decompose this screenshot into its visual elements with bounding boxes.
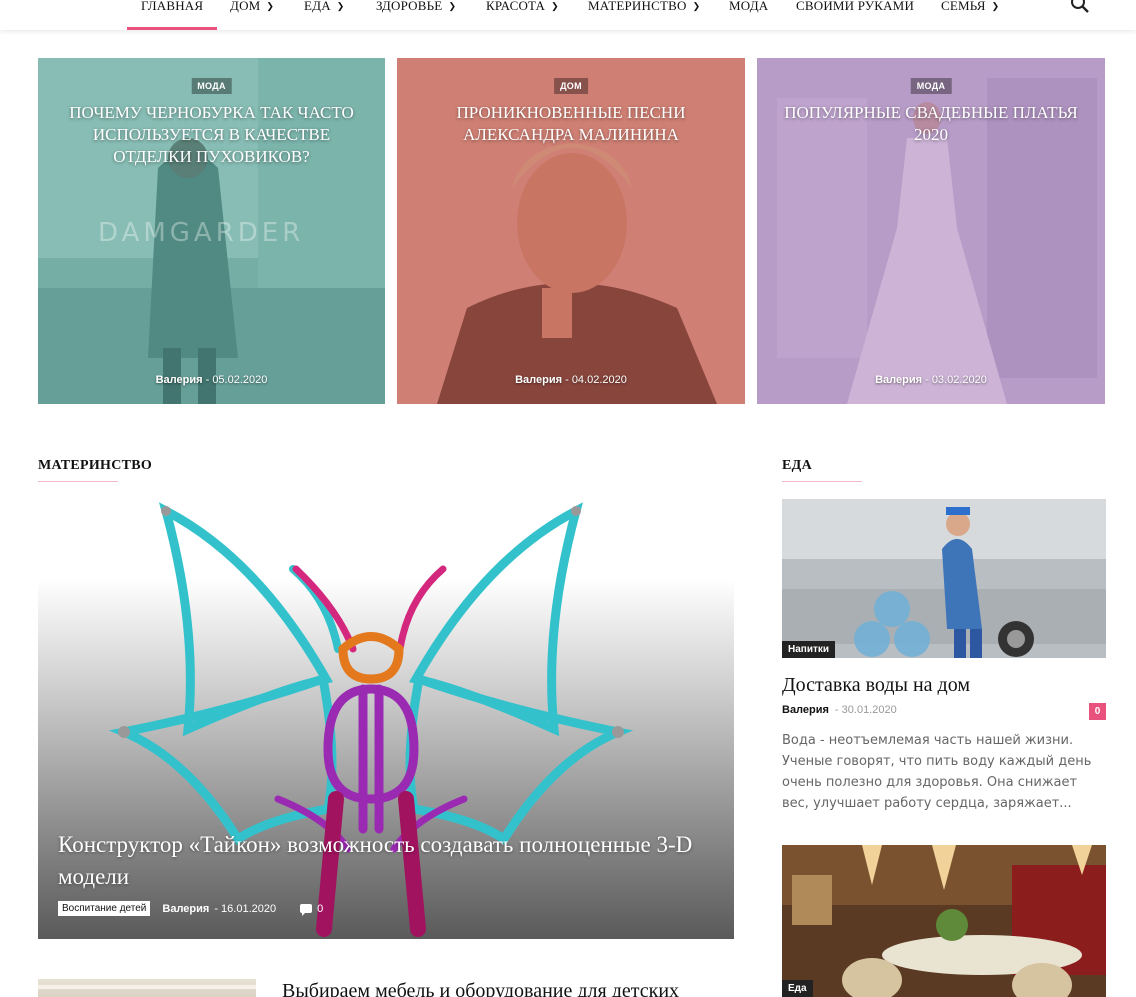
nav-item-home[interactable]: ДОМ ❯: [230, 0, 274, 30]
post-date: 04.02.2020: [571, 374, 627, 386]
chevron-down-icon: ❯: [266, 1, 275, 11]
nav-item-label: МАТЕРИНСТВО: [588, 0, 687, 13]
restaurant-interior-image: [782, 845, 1106, 997]
water-delivery-image: [782, 499, 1106, 658]
hero-meta: Валерия - 03.02.2020: [875, 374, 987, 386]
feature-meta: Воспитание детей Валерия - 16.01.2020 0: [58, 901, 323, 916]
post-date: 30.01.2020: [841, 704, 897, 716]
teaser-title[interactable]: Выбираем мебель и оборудование для детск…: [282, 980, 742, 997]
post-date: 16.01.2020: [221, 902, 277, 915]
teaser-thumbnail[interactable]: [38, 979, 256, 997]
author-name[interactable]: Валерия: [162, 903, 209, 915]
nav-item-label: ГЛАВНАЯ: [141, 0, 204, 13]
chevron-down-icon: ❯: [448, 1, 457, 11]
section-underline: [782, 481, 862, 482]
top-navigation: ГЛАВНАЯ ДОМ ❯ ЕДА ❯ ЗДОРОВЬЕ ❯ КРАСОТА ❯ МАТ…: [0, 0, 1136, 30]
hero-card-home-singer[interactable]: ДОМ ПРОНИКНОВЕННЫЕ ПЕСНИ АЛЕКСАНДРА МАЛИ…: [397, 58, 745, 404]
side-article-meta: Валерия - 30.01.2020: [782, 704, 897, 716]
nav-item-label: СВОИМИ РУКАМИ: [796, 0, 915, 13]
nav-item-diy[interactable]: СВОИМИ РУКАМИ: [796, 0, 914, 30]
author-name[interactable]: Валерия: [782, 704, 829, 716]
nav-item-label: ДОМ: [230, 0, 261, 13]
feature-title[interactable]: Конструктор «Тайкон» возможность создава…: [58, 829, 718, 893]
nav-item-main[interactable]: ГЛАВНАЯ: [126, 0, 218, 30]
category-tag[interactable]: Воспитание детей: [58, 901, 151, 916]
section-underline: [38, 481, 118, 482]
featured-article[interactable]: Конструктор «Тайкон» возможность создава…: [38, 499, 734, 939]
nav-item-food[interactable]: ЕДА ❯: [304, 0, 345, 30]
watermark-text: DAMGARDER: [98, 218, 305, 248]
section-title-motherhood[interactable]: МАТЕРИНСТВО: [38, 458, 152, 474]
post-date: 03.02.2020: [931, 374, 987, 386]
category-badge[interactable]: МОДА: [191, 78, 232, 94]
category-tag[interactable]: Напитки: [782, 641, 836, 658]
nav-item-health[interactable]: ЗДОРОВЬЕ ❯: [376, 0, 456, 30]
author-name[interactable]: Валерия: [156, 374, 203, 386]
hero-card-fashion-fur[interactable]: DAMGARDER МОДА ПОЧЕМУ ЧЕРНОБУРКА ТАК ЧАС…: [38, 58, 385, 404]
side-article-title[interactable]: Доставка воды на дом: [782, 674, 970, 697]
author-name[interactable]: Валерия: [875, 374, 922, 386]
nav-item-label: КРАСОТА: [486, 0, 546, 13]
nav-item-fashion[interactable]: МОДА: [729, 0, 768, 30]
nav-item-label: СЕМЬЯ: [941, 0, 986, 13]
category-badge[interactable]: ДОМ: [554, 78, 588, 94]
section-title-food[interactable]: ЕДА: [782, 458, 812, 474]
nav-item-label: МОДА: [729, 0, 769, 13]
hero-meta: Валерия - 05.02.2020: [155, 374, 268, 386]
nav-item-family[interactable]: СЕМЬЯ ❯: [941, 0, 999, 30]
nav-item-label: ЗДОРОВЬЕ: [376, 0, 443, 13]
chevron-down-icon: ❯: [551, 1, 559, 11]
category-badge[interactable]: МОДА: [910, 78, 952, 94]
nav-item-label: ЕДА: [304, 0, 331, 13]
hero-title[interactable]: ПОПУЛЯРНЫЕ СВАДЕБНЫЕ ПЛАТЬЯ 2020: [775, 102, 1087, 146]
nav-item-motherhood[interactable]: МАТЕРИНСТВО ❯: [588, 0, 700, 30]
category-tag[interactable]: Еда: [782, 980, 813, 997]
hero-card-fashion-dresses[interactable]: МОДА ПОПУЛЯРНЫЕ СВАДЕБНЫЕ ПЛАТЬЯ 2020 Ва…: [757, 58, 1105, 404]
side-article-image-restaurant[interactable]: Еда: [782, 845, 1106, 997]
comment-count[interactable]: 0: [317, 903, 323, 915]
hero-title[interactable]: ПРОНИКНОВЕННЫЕ ПЕСНИ АЛЕКСАНДРА МАЛИНИНА: [415, 102, 727, 146]
side-article-excerpt: Вода - неотъемлемая часть нашей жизни. У…: [782, 733, 1092, 811]
comment-icon: [300, 904, 313, 916]
side-article-image-water[interactable]: Напитки: [782, 499, 1106, 658]
chevron-down-icon: ❯: [692, 1, 701, 11]
nav-item-beauty[interactable]: КРАСОТА ❯: [486, 0, 559, 30]
hero-meta: Валерия - 04.02.2020: [515, 374, 627, 386]
author-name[interactable]: Валерия: [515, 374, 562, 386]
post-date: 05.02.2020: [212, 374, 268, 386]
ceiling-light: [38, 985, 256, 989]
search-icon[interactable]: [1069, 0, 1091, 15]
hero-title[interactable]: ПОЧЕМУ ЧЕРНОБУРКА ТАК ЧАСТО ИСПОЛЬЗУЕТСЯ…: [56, 102, 367, 168]
comment-count-badge[interactable]: 0: [1089, 703, 1106, 720]
chevron-down-icon: ❯: [336, 1, 345, 11]
chevron-down-icon: ❯: [991, 1, 1000, 11]
